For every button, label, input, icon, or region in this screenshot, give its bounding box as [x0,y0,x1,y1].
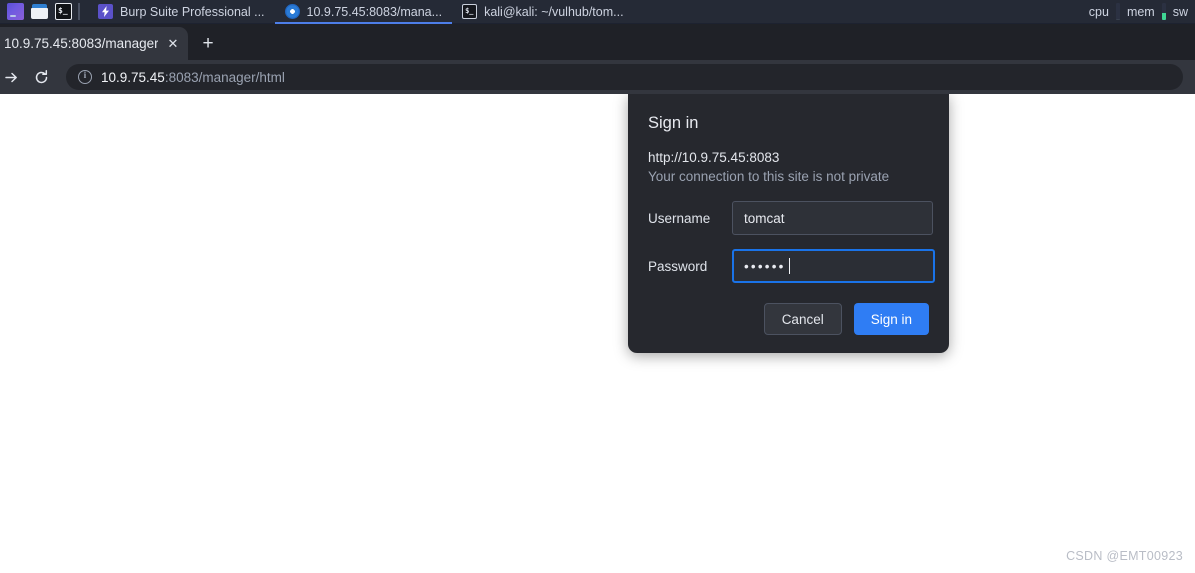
swap-meter[interactable]: sw [1166,5,1195,19]
info-icon[interactable]: i [78,70,92,84]
address-bar-host: 10.9.75.45 [101,69,165,85]
password-label: Password [648,258,708,274]
watermark: CSDN @EMT00923 [1066,549,1183,563]
folder-icon[interactable] [31,3,48,20]
cpu-meter-label: cpu [1088,4,1109,19]
password-input[interactable] [732,249,935,283]
dialog-security-note: Your connection to this site is not priv… [648,169,890,184]
username-row: Username [648,201,933,235]
close-icon[interactable]: ✕ [164,35,182,53]
taskbar-window-list: Burp Suite Professional ... 10.9.75.45:8… [88,0,634,24]
tab-strip: 10.9.75.45:8083/manager/ ✕ + [0,24,1195,60]
cancel-button[interactable]: Cancel [763,303,842,335]
taskbar-item-chrome[interactable]: 10.9.75.45:8083/mana... [274,0,453,24]
forward-icon[interactable] [0,62,26,92]
burp-suite-icon [98,4,113,19]
address-bar[interactable]: i 10.9.75.45:8083/manager/html [66,64,1183,90]
system-monitors: cpu mem sw [1082,3,1195,20]
dialog-origin: http://10.9.75.45:8083 [648,150,780,165]
basic-auth-dialog: Sign in http://10.9.75.45:8083 Your conn… [628,94,949,353]
taskbar-item-burp[interactable]: Burp Suite Professional ... [88,0,275,24]
taskbar-item-label: kali@kali: ~/vulhub/tom... [484,4,624,19]
mem-meter-bar [1161,3,1166,20]
dialog-title: Sign in [648,114,699,132]
username-label: Username [648,210,711,226]
new-tab-icon[interactable]: + [194,29,222,57]
browser-tab-title: 10.9.75.45:8083/manager/ [4,36,158,51]
chrome-icon [284,4,300,19]
address-bar-path: :8083/manager/html [164,69,285,85]
password-field-wrapper: •••••• [732,249,935,283]
browser-tab[interactable]: 10.9.75.45:8083/manager/ ✕ [0,27,188,60]
taskbar-item-label: Burp Suite Professional ... [120,4,265,19]
desktop-icon[interactable] [7,3,24,20]
page-viewport: Sign in http://10.9.75.45:8083 Your conn… [0,94,1195,573]
cpu-meter[interactable]: cpu [1082,3,1120,20]
terminal-icon: $_ [462,4,478,19]
mem-meter[interactable]: mem [1120,3,1166,20]
browser-window: 10.9.75.45:8083/manager/ ✕ + i 10.9.75.4… [0,24,1195,573]
browser-toolbar: i 10.9.75.45:8083/manager/html [0,60,1195,94]
terminal-icon[interactable]: $_ [55,3,72,20]
mem-meter-label: mem [1126,4,1155,19]
taskbar-divider [78,3,80,20]
taskbar-item-terminal[interactable]: $_ kali@kali: ~/vulhub/tom... [452,0,633,24]
username-input[interactable] [732,201,933,235]
cpu-meter-bar [1115,3,1120,20]
swap-meter-label: sw [1172,4,1188,19]
address-bar-url: 10.9.75.45:8083/manager/html [101,70,285,85]
launcher-group: $_ [0,3,72,20]
reload-icon[interactable] [26,62,56,92]
dialog-actions: Cancel Sign in [648,303,929,335]
screen: $_ Burp Suite Professional ... 10.9.75.4… [0,0,1195,573]
taskbar-item-label: 10.9.75.45:8083/mana... [306,4,443,19]
system-taskbar: $_ Burp Suite Professional ... 10.9.75.4… [0,0,1195,24]
password-row: Password •••••• [648,249,935,283]
sign-in-button[interactable]: Sign in [853,303,929,335]
